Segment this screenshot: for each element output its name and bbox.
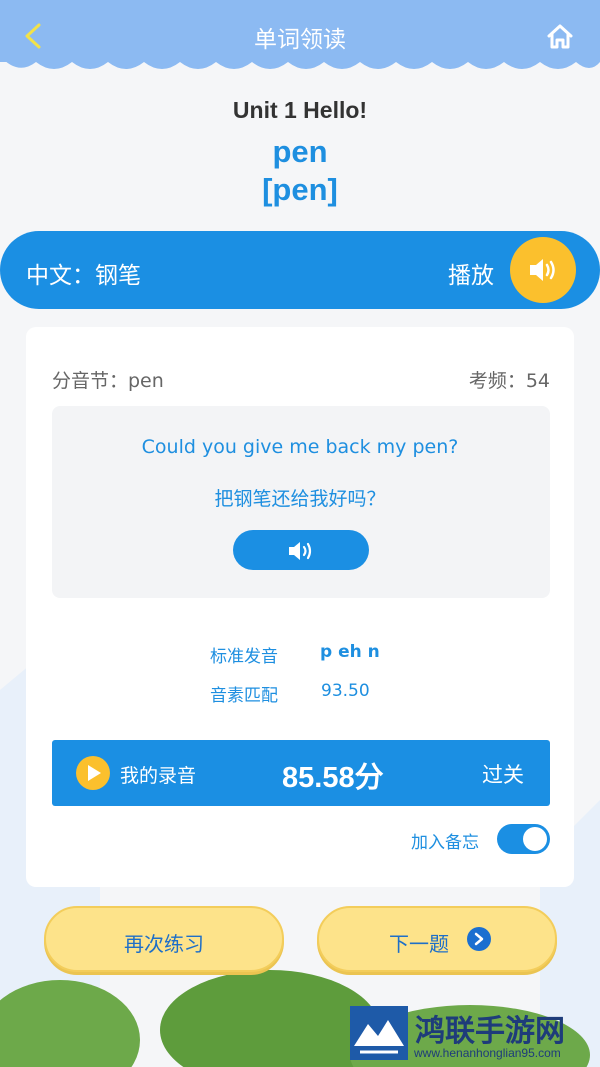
play-icon [88,765,101,781]
example-chinese: 把钢笔还给我好吗？ [214,488,386,510]
watermark-title: 鸿联手游网 [415,1014,565,1049]
home-icon[interactable] [546,22,574,50]
chinese-meaning: 中文：钢笔 [26,263,141,289]
header-bar: 单词领读 [0,0,600,62]
phonetic-text: [pen] [262,172,338,207]
play-recording-button[interactable] [76,756,110,790]
pass-status: 过关 [482,763,524,787]
add-memo-label: 加入备忘 [411,833,479,853]
standard-pronunciation-label: 标准发音 [210,647,278,667]
recording-label: 我的录音 [120,765,197,787]
play-example-button[interactable] [233,530,369,570]
speaker-icon [530,259,555,281]
watermark-url: www.henanhonglian95.com [414,1046,561,1060]
toggle-knob [523,827,547,851]
practice-again-label: 再次练习 [124,932,204,956]
play-word-button[interactable] [510,237,576,303]
syllable-text: 分音节：pen [52,370,164,392]
unit-title: Unit 1 Hello! [232,97,368,123]
header-scallop-edge [0,56,600,69]
next-question-button[interactable]: 下一题 [317,906,557,972]
example-english: Could you give me back my pen? [141,436,459,458]
practice-again-button[interactable]: 再次练习 [44,906,284,972]
word-text: pen [272,134,328,169]
meaning-bar: 中文：钢笔 播放 [0,231,600,309]
phoneme-match-label: 音素匹配 [210,686,278,706]
frequency-text: 考频：54 [468,370,550,392]
my-recording-bar: 我的录音 85.58分 过关 [52,740,550,806]
chevron-right-icon [467,927,491,951]
phoneme-match-value: 93.50 [321,681,370,701]
watermark-logo [350,1006,408,1060]
next-question-label: 下一题 [389,932,449,956]
page-title: 单词领读 [254,27,346,53]
speaker-icon [289,542,312,560]
play-label[interactable]: 播放 [448,256,494,290]
recording-score: 85.58分 [282,762,384,794]
add-memo-toggle[interactable] [497,824,550,854]
standard-pronunciation-value: p eh n [320,642,380,662]
